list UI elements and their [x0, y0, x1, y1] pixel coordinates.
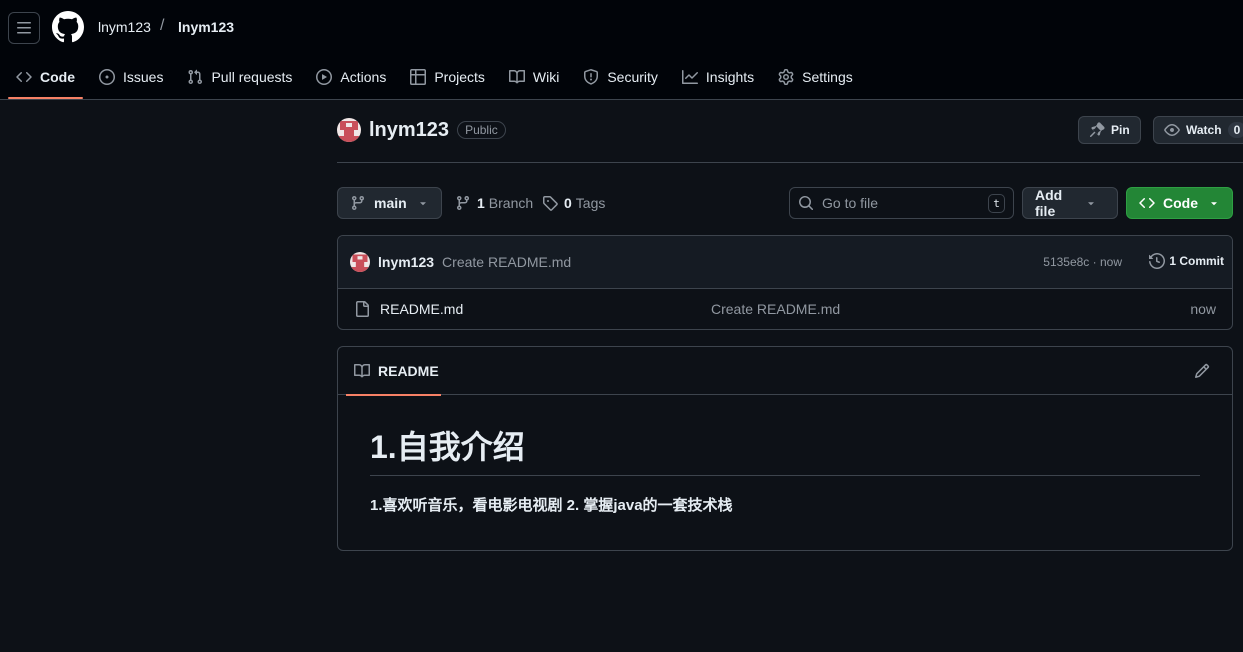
shield-icon [583, 69, 599, 85]
pin-icon [1089, 122, 1105, 138]
readme-content: 1.自我介绍 1.喜欢听音乐，看电影电视剧 2. 掌握java的一套技术栈 [338, 395, 1232, 515]
breadcrumb-owner[interactable]: lnym123 [98, 19, 151, 35]
file-commit-message[interactable]: Create README.md [711, 301, 840, 317]
avatar[interactable] [350, 252, 370, 272]
file-name[interactable]: README.md [380, 301, 463, 317]
code-icon [1139, 195, 1155, 211]
tab-label: Issues [123, 69, 164, 85]
issue-icon [99, 69, 115, 85]
divider [337, 162, 1243, 163]
commit-author[interactable]: lnym123 [378, 254, 434, 270]
tab-label: Insights [705, 69, 755, 85]
commit-history-link[interactable]: 1 Commit [1149, 253, 1224, 269]
tags-link[interactable]: 0 Tags [542, 195, 605, 211]
repo-name[interactable]: lnym123 [369, 119, 449, 142]
tag-label: Tags [575, 195, 606, 211]
github-logo-icon[interactable] [52, 11, 84, 43]
go-to-file-input[interactable]: Go to file t [789, 187, 1014, 219]
watch-label: Watch [1186, 123, 1222, 137]
repo-nav-tabs: Code Issues Pull requests Actions Projec… [8, 56, 869, 100]
readme-header: README [338, 347, 1232, 396]
repo-title: lnym123 Public [337, 118, 506, 142]
avatar[interactable] [337, 118, 361, 142]
tab-insights[interactable]: Insights [674, 56, 762, 98]
tab-label: Security [607, 69, 658, 85]
readme-heading: 1.自我介绍 [370, 427, 1200, 476]
breadcrumb-repo[interactable]: lnym123 [178, 19, 234, 35]
breadcrumb-separator: / [160, 17, 165, 34]
readme-paragraph: 1.喜欢听音乐，看电影电视剧 2. 掌握java的一套技术栈 [370, 497, 733, 514]
commit-message[interactable]: Create README.md [442, 254, 571, 270]
visibility-badge: Public [457, 121, 506, 139]
pin-button[interactable]: Pin [1078, 116, 1141, 144]
tab-readme[interactable]: README [346, 347, 441, 396]
tag-icon [542, 195, 558, 211]
file-icon [354, 301, 370, 317]
code-icon [16, 69, 32, 85]
branch-icon [455, 195, 471, 211]
code-dropdown-button[interactable]: Code [1126, 187, 1233, 219]
triangle-down-icon [1208, 197, 1220, 209]
branch-count: 1 [477, 195, 485, 211]
search-placeholder: Go to file [822, 195, 879, 211]
history-icon [1149, 253, 1166, 269]
triangle-down-icon [1085, 197, 1097, 209]
keyboard-shortcut-hint: t [988, 194, 1005, 213]
book-icon [354, 363, 370, 379]
hamburger-icon [17, 22, 31, 34]
readme-panel: README 1.自我介绍 1.喜欢听音乐，看电影电视剧 2. 掌握java的一… [337, 346, 1233, 551]
eye-icon [1164, 122, 1180, 138]
add-file-button[interactable]: Add file [1022, 187, 1118, 219]
latest-commit-row: lnym123 Create README.md 5135e8c · now 1… [338, 236, 1232, 289]
app-header: lnym123 / lnym123 Code Issues Pull reque… [0, 0, 1243, 100]
triangle-down-icon [417, 197, 429, 209]
readme-tab-label: README [378, 363, 439, 379]
play-icon [316, 69, 333, 85]
branch-name: main [374, 195, 407, 211]
tab-label: Pull requests [211, 69, 293, 85]
pull-request-icon [187, 69, 203, 85]
branch-label: Branch [488, 195, 534, 211]
hamburger-menu-button[interactable] [8, 12, 40, 44]
tab-projects[interactable]: Projects [402, 56, 493, 98]
tab-label: Settings [802, 69, 853, 85]
table-icon [410, 69, 427, 85]
tab-issues[interactable]: Issues [91, 56, 171, 98]
file-browser: lnym123 Create README.md 5135e8c · now 1… [337, 235, 1233, 330]
add-file-label: Add file [1035, 187, 1063, 219]
watch-button[interactable]: Watch 0 [1153, 116, 1243, 144]
graph-icon [681, 69, 698, 85]
book-icon [508, 69, 525, 85]
tab-actions[interactable]: Actions [308, 56, 394, 98]
tab-label: Code [40, 69, 75, 85]
tab-pull-requests[interactable]: Pull requests [179, 56, 300, 98]
branch-select-button[interactable]: main [337, 187, 442, 219]
tab-label: Wiki [532, 69, 560, 85]
tag-count: 0 [564, 195, 572, 211]
pencil-icon[interactable] [1194, 363, 1210, 379]
search-icon [798, 195, 814, 211]
file-time: now [1190, 301, 1216, 317]
branches-link[interactable]: 1 Branch [455, 195, 533, 211]
branch-icon [350, 195, 366, 211]
tab-label: Actions [340, 69, 387, 85]
tab-settings[interactable]: Settings [770, 56, 861, 98]
code-label: Code [1163, 195, 1198, 211]
pin-label: Pin [1111, 123, 1130, 137]
tab-code[interactable]: Code [8, 56, 83, 99]
tab-label: Projects [434, 69, 485, 85]
commit-sha-time[interactable]: 5135e8c · now [1043, 255, 1122, 269]
commit-count-label: 1 Commit [1169, 254, 1224, 268]
tab-security[interactable]: Security [575, 56, 666, 98]
file-row[interactable]: README.md Create README.md now [338, 289, 1232, 329]
gear-icon [778, 69, 794, 85]
watch-count: 0 [1227, 122, 1243, 138]
tab-wiki[interactable]: Wiki [501, 56, 567, 98]
